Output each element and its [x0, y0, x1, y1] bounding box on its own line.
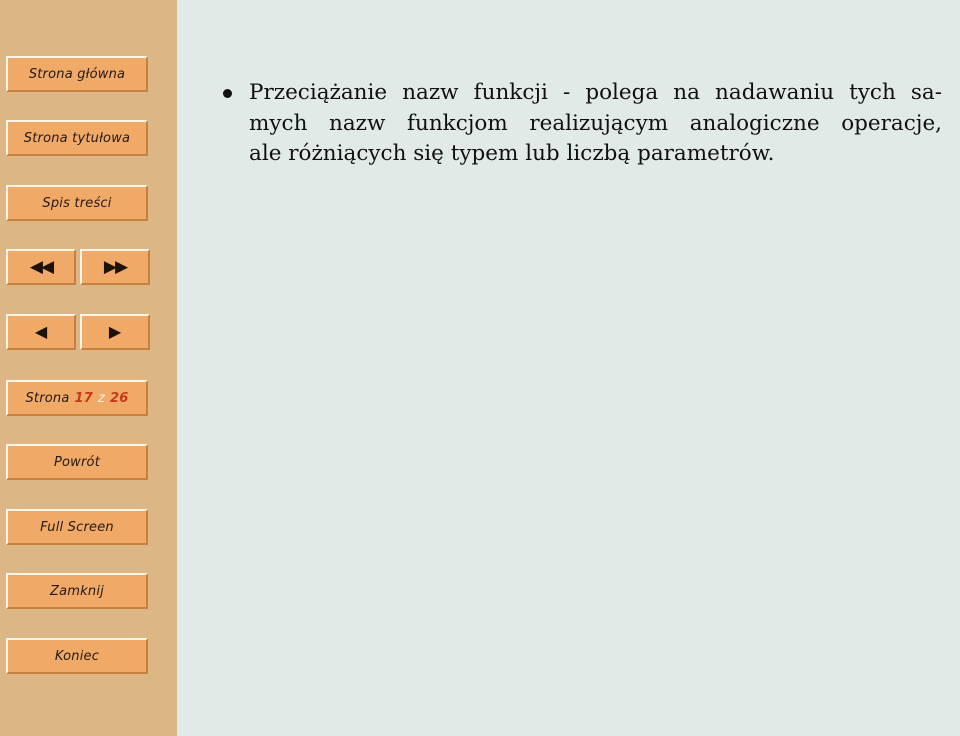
sidebar-button-full-screen[interactable]: Full Screen: [6, 509, 148, 545]
sidebar-button-end-label: Koniec: [54, 648, 100, 664]
sidebar-button-title-page[interactable]: Strona tytułowa: [6, 120, 148, 156]
presentation-slide: Strona główna Strona tytułowa Spis treśc…: [0, 0, 960, 736]
sidebar-button-full-screen-label: Full Screen: [40, 519, 114, 535]
sidebar-button-next-page[interactable]: ▶: [80, 314, 150, 350]
right-arrow-icon: ▶: [108, 322, 122, 341]
bullet-dot-icon: [223, 89, 232, 98]
sidebar-button-end[interactable]: Koniec: [6, 638, 148, 674]
sidebar-button-contents-label: Spis treści: [42, 195, 112, 211]
page-counter[interactable]: Strona 17 z 26: [6, 380, 148, 416]
double-left-arrow-icon: ◀◀: [29, 256, 54, 277]
page-counter-separator: z: [98, 390, 106, 406]
bullet-line-2: mych nazw funkcjom realizującym analogic…: [249, 110, 942, 136]
sidebar-button-previous-page[interactable]: ◀: [6, 314, 76, 350]
sidebar-button-home-label: Strona główna: [28, 66, 126, 82]
bullet-list: Przeciążanie nazw funkcji - polega na na…: [213, 78, 942, 170]
sidebar-button-close-label: Zamknij: [50, 583, 104, 599]
page-counter-total: 26: [110, 390, 129, 406]
left-arrow-icon: ◀: [34, 322, 48, 341]
double-right-arrow-icon: ▶▶: [103, 256, 128, 277]
bullet-line-1: Przeciążanie nazw funkcji - polega na na…: [249, 80, 942, 105]
bullet-line-3: ale różniących się typem lub liczbą para…: [249, 141, 775, 167]
list-item: Przeciążanie nazw funkcji - polega na na…: [213, 78, 942, 170]
page-counter-current: 17: [74, 390, 94, 406]
sidebar-button-close[interactable]: Zamknij: [6, 573, 148, 609]
sidebar-button-first-page[interactable]: ◀◀: [6, 249, 76, 285]
sidebar-button-contents[interactable]: Spis treści: [6, 185, 148, 221]
navigation-sidebar: Strona główna Strona tytułowa Spis treśc…: [0, 0, 177, 736]
sidebar-button-last-page[interactable]: ▶▶: [80, 249, 150, 285]
page-counter-word: Strona: [25, 390, 70, 406]
sidebar-button-home[interactable]: Strona główna: [6, 56, 148, 92]
sidebar-button-back-label: Powrót: [53, 454, 101, 470]
slide-content: Przeciążanie nazw funkcji - polega na na…: [177, 0, 960, 736]
sidebar-button-title-page-label: Strona tytułowa: [23, 130, 131, 146]
sidebar-button-back[interactable]: Powrót: [6, 444, 148, 480]
